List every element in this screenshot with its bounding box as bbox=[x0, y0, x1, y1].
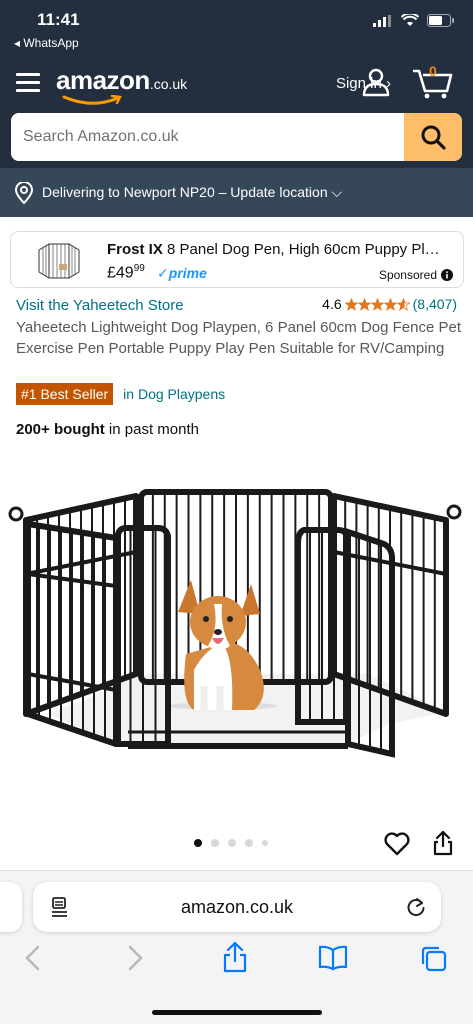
sponsored-dog-pen-image bbox=[35, 238, 83, 282]
logo-word: amazon bbox=[56, 65, 150, 95]
search-input[interactable] bbox=[11, 113, 404, 161]
heart-icon[interactable] bbox=[384, 832, 410, 856]
carousel-dot[interactable] bbox=[245, 839, 253, 847]
image-carousel-dots[interactable] bbox=[194, 839, 268, 847]
back-chevron-icon[interactable] bbox=[24, 945, 42, 971]
star-icon bbox=[370, 297, 384, 311]
cart-button[interactable]: 0 bbox=[411, 63, 453, 99]
bought-count: 200+ bought bbox=[16, 421, 105, 438]
delivery-text: Delivering to Newport NP20 – Update loca… bbox=[42, 184, 343, 200]
star-icon bbox=[383, 297, 397, 311]
store-link[interactable]: Visit the Yaheetech Store bbox=[16, 297, 184, 314]
reload-icon[interactable] bbox=[405, 896, 427, 918]
status-time: 11:41 bbox=[37, 10, 80, 29]
cart-count: 0 bbox=[429, 63, 437, 79]
logo-suffix: .co.uk bbox=[149, 76, 188, 92]
url-text: amazon.co.uk bbox=[180, 897, 294, 917]
dog-playpen-with-corgi-image[interactable] bbox=[8, 474, 464, 774]
safari-bottom-bar: amazon.co.uk bbox=[0, 870, 473, 1024]
safari-toolbar bbox=[0, 941, 473, 979]
hamburger-menu-icon[interactable] bbox=[16, 71, 40, 93]
carousel-dot[interactable] bbox=[194, 839, 202, 847]
bookmarks-icon[interactable] bbox=[318, 945, 348, 971]
info-icon bbox=[441, 269, 453, 281]
previous-tab-edge[interactable] bbox=[0, 882, 22, 932]
bought-in-past-month: 200+ bought in past month bbox=[16, 421, 199, 438]
sponsored-title-text: 8 Panel Dog Pen, High 60cm Puppy Play Pe… bbox=[167, 241, 447, 258]
bought-suffix: in past month bbox=[104, 421, 199, 438]
amazon-logo[interactable]: amazon.co.uk bbox=[56, 65, 188, 105]
delivery-location-bar[interactable]: Delivering to Newport NP20 – Update loca… bbox=[0, 168, 473, 217]
sponsored-product-card[interactable]: Frost IX 8 Panel Dog Pen, High 60cm Pupp… bbox=[10, 231, 464, 288]
rating-value: 4.6 bbox=[322, 296, 342, 312]
star-icon bbox=[396, 297, 410, 311]
search-bar bbox=[11, 113, 462, 161]
amazon-smile-icon bbox=[62, 95, 122, 105]
rating-stars bbox=[344, 297, 410, 311]
location-pin-icon bbox=[14, 181, 34, 204]
star-icon bbox=[344, 297, 358, 311]
tabs-icon[interactable] bbox=[420, 945, 448, 973]
sponsored-label-text: Sponsored bbox=[378, 268, 437, 282]
wifi-icon bbox=[401, 14, 419, 26]
best-seller-row: #1 Best Seller in Dog Playpens bbox=[16, 383, 225, 405]
sponsored-title: Frost IX 8 Panel Dog Pen, High 60cm Pupp… bbox=[107, 241, 447, 258]
status-bar: 11:41 ◂ WhatsApp bbox=[0, 0, 473, 55]
product-rating[interactable]: 4.6 (8,407) bbox=[322, 296, 457, 312]
sponsored-price-main: £49 bbox=[107, 264, 134, 282]
rating-count: (8,407) bbox=[412, 296, 457, 312]
prime-badge: ✓prime bbox=[157, 265, 207, 281]
forward-chevron-icon[interactable] bbox=[126, 945, 144, 971]
share-sheet-icon[interactable] bbox=[222, 941, 248, 973]
category-link[interactable]: in Dog Playpens bbox=[123, 386, 225, 402]
home-indicator bbox=[152, 1010, 322, 1015]
best-seller-badge[interactable]: #1 Best Seller bbox=[16, 383, 114, 405]
amazon-header: amazon.co.uk Sign in › 0 bbox=[0, 55, 473, 168]
search-button[interactable] bbox=[404, 113, 462, 161]
carousel-dot[interactable] bbox=[228, 839, 236, 847]
cellular-signal-icon bbox=[373, 14, 391, 27]
star-icon bbox=[357, 297, 371, 311]
battery-icon bbox=[427, 14, 454, 27]
search-icon bbox=[421, 125, 446, 150]
sponsored-brand: Frost IX bbox=[107, 241, 163, 258]
share-icon[interactable] bbox=[432, 830, 454, 856]
sponsored-price-fraction: 99 bbox=[133, 263, 145, 274]
status-icons bbox=[373, 14, 455, 27]
product-title: Yaheetech Lightweight Dog Playpen, 6 Pan… bbox=[16, 319, 462, 357]
sponsored-label[interactable]: Sponsored bbox=[379, 268, 453, 282]
address-bar[interactable]: amazon.co.uk bbox=[33, 882, 441, 932]
sponsored-price: £4999 bbox=[107, 263, 145, 282]
back-to-app-link[interactable]: ◂ WhatsApp bbox=[14, 36, 79, 50]
user-account-icon[interactable] bbox=[361, 67, 391, 97]
carousel-dot[interactable] bbox=[211, 839, 219, 847]
carousel-dot[interactable] bbox=[262, 840, 268, 846]
